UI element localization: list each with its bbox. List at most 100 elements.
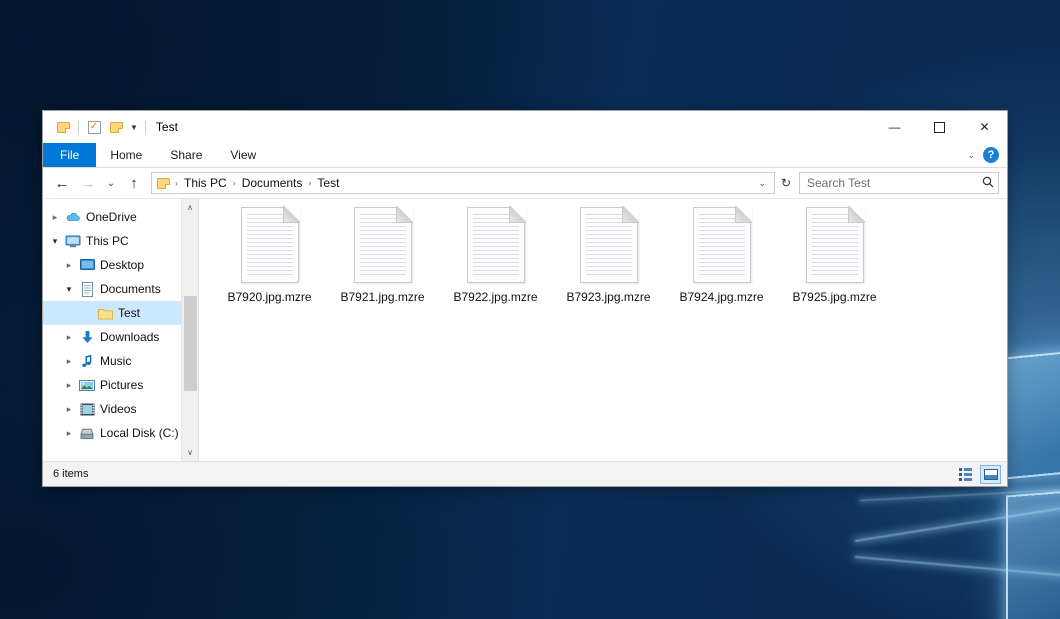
generic-document-icon (354, 207, 412, 283)
status-bar: 6 items (43, 461, 1007, 486)
generic-document-icon (580, 207, 638, 283)
list-item[interactable]: B7925.jpg.mzre (778, 205, 891, 304)
breadcrumb-item-test[interactable]: Test (314, 176, 342, 190)
recent-locations-icon[interactable]: ⌄ (101, 171, 121, 195)
generic-document-icon (241, 207, 299, 283)
large-icons-view-button[interactable] (980, 465, 1001, 484)
chevron-right-icon[interactable]: ▸ (61, 356, 77, 367)
sidebar-item-onedrive[interactable]: ▸ OneDrive (43, 205, 198, 229)
sidebar-item-label: Music (97, 354, 131, 368)
list-item[interactable]: B7923.jpg.mzre (552, 205, 665, 304)
sidebar-item-downloads[interactable]: ▸ Downloads (43, 325, 198, 349)
sidebar-item-label: Downloads (97, 330, 159, 344)
generic-document-icon (806, 207, 864, 283)
details-view-icon (959, 468, 972, 481)
chevron-right-icon[interactable]: ▸ (61, 428, 77, 439)
generic-document-icon (467, 207, 525, 283)
documents-icon (77, 282, 97, 297)
chevron-right-icon[interactable]: ▸ (61, 332, 77, 343)
chevron-down-icon[interactable]: ▾ (61, 284, 77, 295)
file-name: B7921.jpg.mzre (340, 290, 424, 304)
pictures-icon (77, 379, 97, 392)
chevron-placeholder-icon: ▸ (79, 308, 95, 319)
file-list-pane[interactable]: B7920.jpg.mzre B7921.jpg.mzre B7922.jpg.… (199, 199, 1007, 461)
chevron-right-icon[interactable]: ▸ (61, 380, 77, 391)
sidebar-item-videos[interactable]: ▸ (43, 397, 198, 421)
search-box[interactable] (799, 172, 999, 194)
tab-home[interactable]: Home (96, 143, 156, 167)
search-input[interactable] (807, 176, 979, 190)
maximize-button[interactable] (917, 111, 962, 143)
windows-logo-pane-top-left (1008, 351, 1060, 477)
tab-file[interactable]: File (43, 143, 96, 167)
download-icon (77, 330, 97, 344)
refresh-icon[interactable]: ↻ (775, 172, 797, 194)
chevron-right-icon[interactable]: ▸ (61, 260, 77, 271)
sidebar-item-music[interactable]: ▸ Music (43, 349, 198, 373)
chevron-right-icon[interactable]: ▸ (61, 404, 77, 415)
sidebar-item-label: Desktop (97, 258, 144, 272)
chevron-down-icon[interactable]: ⌄ (961, 150, 981, 161)
list-item[interactable]: B7921.jpg.mzre (326, 205, 439, 304)
folder-icon[interactable] (52, 116, 74, 138)
monitor-icon (63, 235, 83, 248)
title-bar: ✓ ▼ Test — ✕ (43, 111, 1007, 143)
tab-share[interactable]: Share (156, 143, 216, 167)
breadcrumb-separator: › (230, 178, 239, 188)
breadcrumb-separator: › (305, 178, 314, 188)
videos-icon (77, 403, 97, 416)
breadcrumb-item-this-pc[interactable]: This PC (181, 176, 230, 190)
folder-icon (95, 307, 115, 320)
search-icon[interactable] (979, 176, 994, 191)
file-name: B7924.jpg.mzre (679, 290, 763, 304)
scrollbar-track[interactable] (182, 216, 199, 444)
music-icon (77, 354, 97, 368)
list-item[interactable]: B7922.jpg.mzre (439, 205, 552, 304)
help-icon[interactable]: ? (983, 147, 999, 163)
list-item[interactable]: B7920.jpg.mzre (213, 205, 326, 304)
breadcrumb-dropdown-icon[interactable]: ⌄ (752, 178, 772, 189)
chevron-right-icon[interactable]: ▸ (47, 212, 63, 223)
file-name: B7923.jpg.mzre (566, 290, 650, 304)
sidebar-item-documents[interactable]: ▾ Documents (43, 277, 198, 301)
scrollbar-thumb[interactable] (184, 296, 197, 391)
qat-divider (78, 121, 79, 134)
up-button[interactable]: ↑ (121, 171, 147, 195)
window-title: Test (156, 120, 178, 134)
view-mode-buttons (955, 465, 1001, 484)
properties-icon[interactable]: ✓ (83, 116, 105, 138)
navigation-pane-scrollbar[interactable]: ∧ ∨ (181, 199, 198, 461)
quick-access-toolbar: ✓ ▼ (43, 116, 150, 138)
ribbon-tab-bar: File Home Share View ⌄ ? (43, 143, 1007, 168)
sidebar-item-test[interactable]: ▸ Test (43, 301, 198, 325)
cloud-icon (63, 211, 83, 223)
scroll-up-arrow-icon[interactable]: ∧ (182, 199, 199, 216)
new-folder-icon[interactable] (105, 116, 127, 138)
sidebar-item-local-disk-c[interactable]: ▸ Local Disk (C:) (43, 421, 198, 445)
file-explorer-window: ✓ ▼ Test — ✕ File Home Share View ⌄ ? (42, 110, 1008, 487)
large-icons-view-icon (984, 469, 998, 480)
back-button[interactable]: ← (49, 171, 75, 195)
item-count-label: 6 items (53, 468, 88, 480)
generic-document-icon (693, 207, 751, 283)
disk-icon (77, 427, 97, 440)
breadcrumb[interactable]: › This PC › Documents › Test ⌄ (151, 172, 775, 194)
minimize-button[interactable]: — (872, 111, 917, 143)
breadcrumb-folder-icon (157, 178, 170, 189)
sidebar-item-this-pc[interactable]: ▾ This PC (43, 229, 198, 253)
breadcrumb-item-documents[interactable]: Documents (239, 176, 306, 190)
chevron-down-icon[interactable]: ▾ (47, 236, 63, 247)
scroll-down-arrow-icon[interactable]: ∨ (182, 444, 199, 461)
sidebar-item-pictures[interactable]: ▸ Pictures (43, 373, 198, 397)
sidebar-item-label: OneDrive (83, 210, 137, 224)
qat-divider (145, 121, 146, 134)
close-button[interactable]: ✕ (962, 111, 1007, 143)
breadcrumb-separator: › (172, 178, 181, 188)
details-view-button[interactable] (955, 465, 976, 484)
ribbon-right-controls: ⌄ ? (961, 143, 1007, 167)
sidebar-item-desktop[interactable]: ▸ Desktop (43, 253, 198, 277)
customize-caret-icon[interactable]: ▼ (127, 123, 141, 132)
sidebar-item-label: Test (115, 306, 140, 320)
tab-view[interactable]: View (216, 143, 270, 167)
list-item[interactable]: B7924.jpg.mzre (665, 205, 778, 304)
